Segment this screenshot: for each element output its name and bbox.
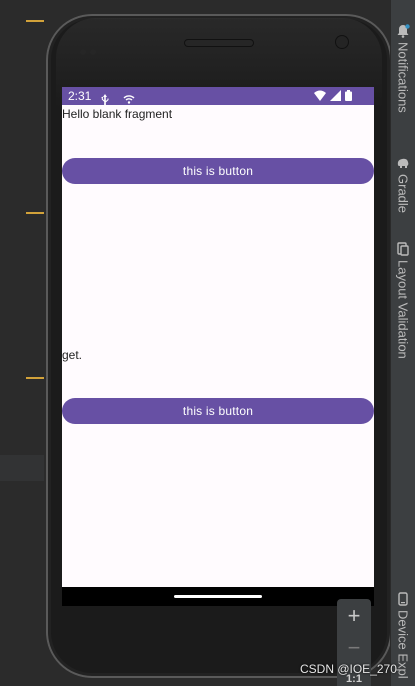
device-icon	[398, 592, 408, 606]
tool-tab-label: Gradle	[395, 174, 411, 214]
watermark: CSDN @IOE_270	[300, 662, 397, 676]
signal-icon	[330, 90, 341, 101]
status-time: 2:31	[68, 89, 92, 103]
guide-marker	[26, 20, 44, 22]
device-screen: 2:31 Hello blank fragment this is button…	[62, 87, 374, 606]
tool-tab-layout-validation[interactable]: Layout Validation	[393, 242, 413, 359]
tool-tab-label: Notifications	[395, 42, 411, 113]
gradle-elephant-icon	[397, 158, 409, 168]
wifi-off-icon	[123, 95, 135, 104]
earpiece-speaker	[185, 40, 253, 46]
usb-debug-icon	[101, 94, 109, 106]
status-bar: 2:31	[62, 87, 374, 106]
sensor-dots	[80, 40, 104, 55]
front-camera	[336, 36, 348, 48]
navigation-bar	[62, 587, 374, 606]
primary-button-top[interactable]: this is button	[62, 158, 374, 184]
primary-button-bottom[interactable]: this is button	[62, 398, 374, 424]
zoom-out-button[interactable]: −	[337, 635, 371, 661]
bell-icon	[397, 24, 410, 38]
tool-tab-notifications[interactable]: Notifications	[393, 24, 413, 113]
layout-validation-icon	[397, 242, 409, 256]
tool-window-strip: Notifications Gradle Layout Validation D…	[390, 0, 415, 686]
status-system-icons	[314, 90, 352, 101]
battery-icon	[345, 90, 352, 101]
tool-tab-label: Device Expl	[395, 610, 411, 679]
get-text: get.	[62, 348, 83, 362]
guide-marker	[26, 212, 44, 214]
guide-marker	[26, 377, 44, 379]
editor-gutter	[0, 0, 44, 686]
hello-text: Hello blank fragment	[62, 107, 173, 121]
zoom-in-button[interactable]: +	[337, 603, 371, 629]
tool-tab-label: Layout Validation	[395, 260, 411, 359]
gesture-handle[interactable]	[174, 595, 262, 598]
wifi-icon	[314, 90, 326, 101]
tool-tab-gradle[interactable]: Gradle	[393, 156, 413, 213]
selected-row	[0, 455, 44, 481]
